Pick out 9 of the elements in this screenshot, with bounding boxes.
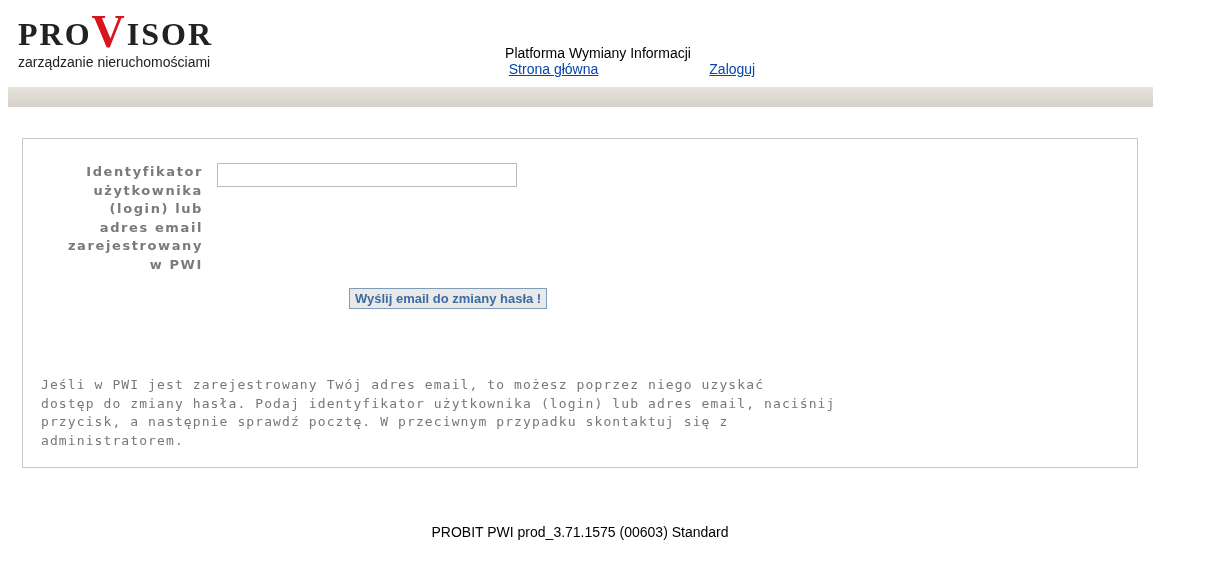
field-label: Identyfikator użytkownika (login) lub adres email zarejestrowany w PWI <box>66 163 203 274</box>
site-title: Platforma Wymiany Informacji <box>505 45 691 61</box>
send-email-button[interactable]: Wyślij email do zmiany hasła ! <box>349 288 548 309</box>
nav-link[interactable]: Strona główna <box>508 61 599 77</box>
nav-link[interactable]: Zaloguj <box>709 61 756 77</box>
login-field[interactable] <box>217 163 517 187</box>
help-text: Jeśli w PWI jest zarejestrowany Twój adres email, to możesz poprzez niego uzyskać dostęp do zmiany hasła. Podaj identyfikator użytkownika (login) lub adres email, naciśnij przycisk, a następnie sprawdź pocztę. W przeciwnym przypadku skontaktuj się z administratorem. <box>41 376 837 450</box>
version-text: PROBIT PWI prod_3.71.1575 (00603) Standard <box>431 524 729 540</box>
logo-tagline: zarządzanie nieruchomościami <box>18 54 212 70</box>
